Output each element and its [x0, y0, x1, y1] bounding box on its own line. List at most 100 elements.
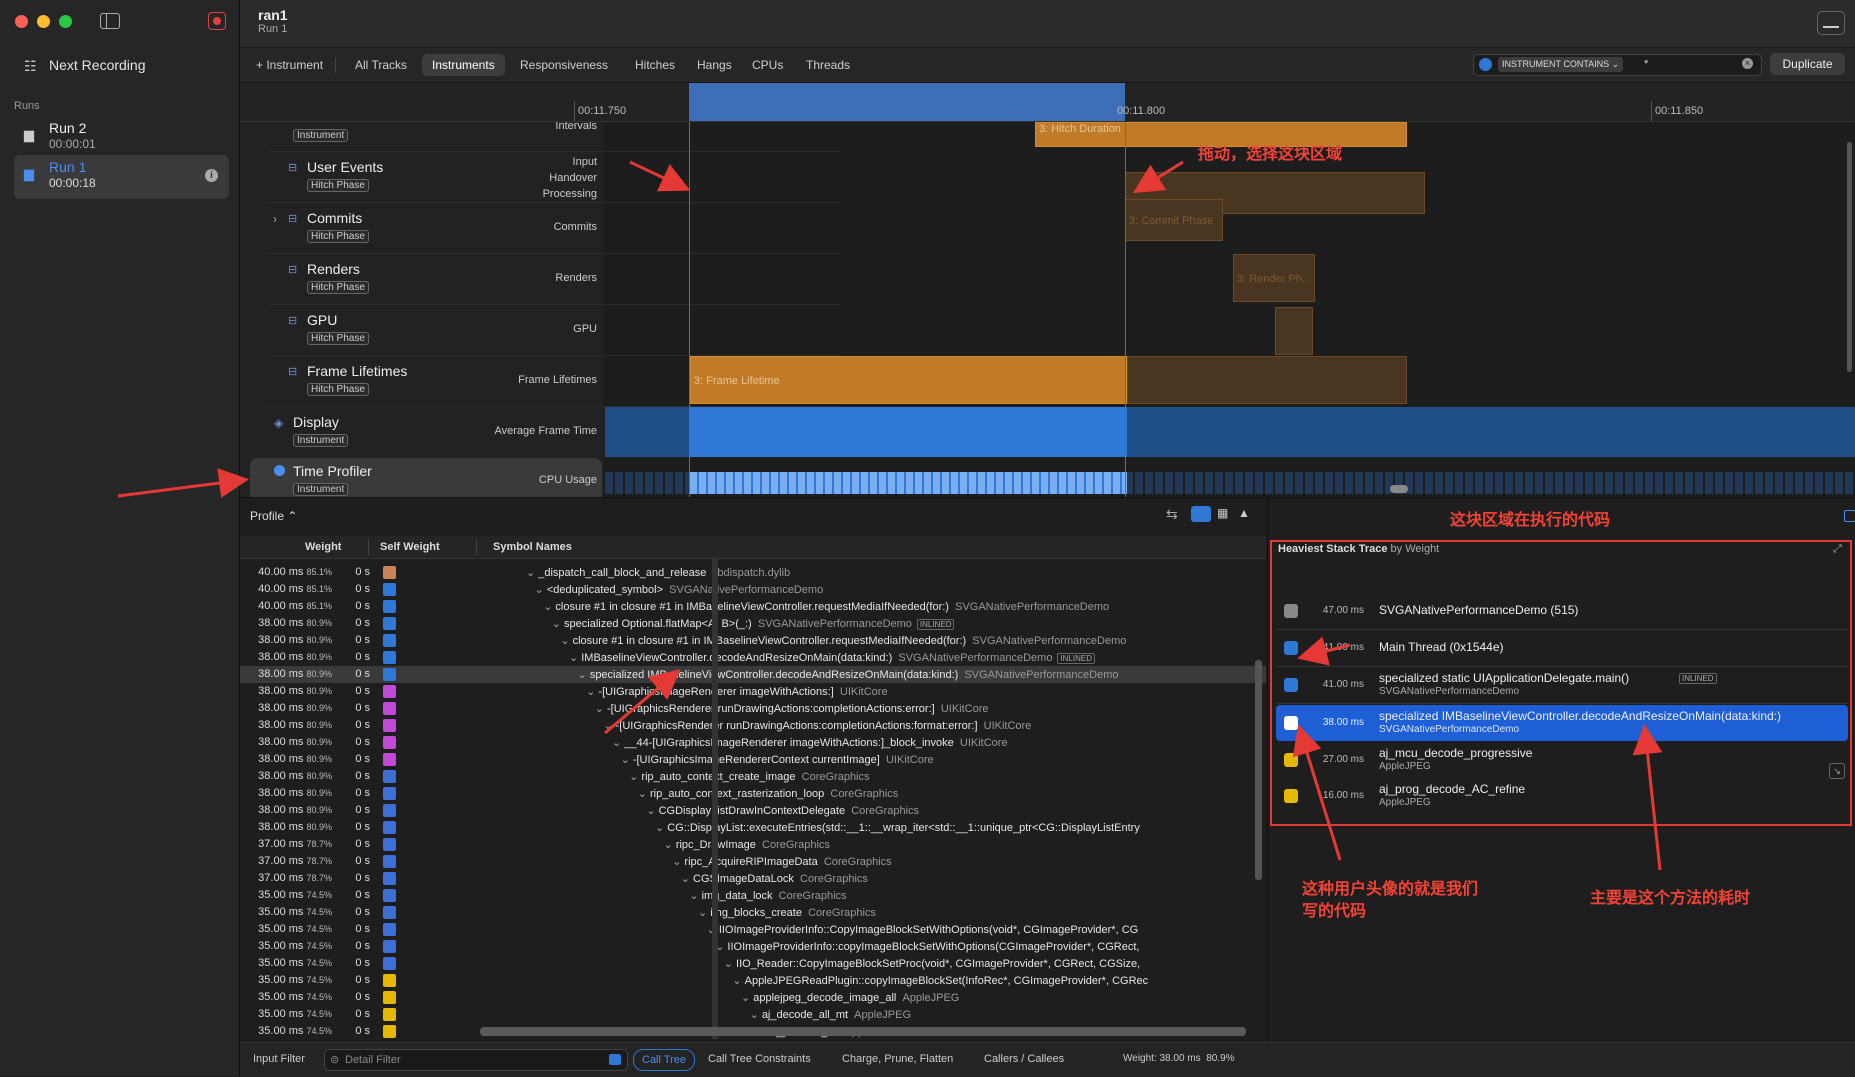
filter-options-icon[interactable]: [609, 1054, 621, 1065]
disclosure-chevron-icon[interactable]: ⌄: [646, 805, 655, 817]
track-name[interactable]: Time Profiler: [293, 463, 372, 479]
track-name[interactable]: Renders: [307, 261, 360, 277]
table-row[interactable]: 38.00 ms 80.9% 0 s ⌄ CGDisplayListDrawInCon…: [240, 802, 1266, 819]
table-row[interactable]: 35.00 ms 74.5% 0 s ⌄ applejpeg_decode_image…: [240, 989, 1266, 1006]
table-row[interactable]: 35.00 ms 74.5% 0 s ⌄ AppleJPEGReadPlugin::c…: [240, 972, 1266, 989]
table-row[interactable]: 38.00 ms 80.9% 0 s ⌄ CG::DisplayList::execu…: [240, 819, 1266, 836]
weight-column-header[interactable]: Weight: [305, 541, 341, 553]
table-row[interactable]: 38.00 ms 80.9% 0 s ⌄ IMBaselineViewControll…: [240, 649, 1266, 666]
stack-frame-row[interactable]: 47.00 ms SVGANativePerformanceDemo (515): [1276, 593, 1848, 629]
clear-filter-icon[interactable]: ×: [1742, 58, 1753, 69]
table-view-icon[interactable]: ▦: [1217, 506, 1228, 520]
table-row[interactable]: 38.00 ms 80.9% 0 s ⌄ rip_auto_context_raste…: [240, 785, 1266, 802]
disclosure-chevron-icon[interactable]: ⌄: [681, 873, 690, 885]
table-row[interactable]: 40.00 ms 85.1% 0 s ⌄ <deduplicated_symbol> …: [240, 581, 1266, 598]
disclosure-chevron-icon[interactable]: ⌄: [552, 618, 561, 630]
zoom-window-button[interactable]: [59, 15, 72, 28]
disclosure-chevron-icon[interactable]: ⌄: [543, 601, 552, 613]
table-row[interactable]: 37.00 ms 78.7%0 s⌄ripc_DrawImage CoreGra…: [240, 836, 1266, 853]
table-row[interactable]: 35.00 ms 74.5% 0 s ⌄ aj_decode_all_mt Apple…: [240, 1006, 1266, 1023]
table-row[interactable]: 38.00 ms 80.9% 0 s ⌄ closure #1 in closure …: [240, 632, 1266, 649]
inspector-toggle-icon[interactable]: [1817, 11, 1845, 35]
table-row[interactable]: 40.00 ms 85.1% 0 s ⌄ _dispatch_call_block_a…: [240, 564, 1266, 581]
call-tree-constraints-button[interactable]: Call Tree Constraints: [708, 1053, 811, 1065]
next-recording-button[interactable]: Next Recording: [49, 57, 146, 73]
track-name[interactable]: Frame Lifetimes: [307, 363, 407, 379]
table-row[interactable]: 40.00 ms 85.1% 0 s ⌄ closure #1 in closure …: [240, 598, 1266, 615]
symbol-column-header[interactable]: Symbol Names: [493, 541, 572, 553]
disclosure-chevron-icon[interactable]: ⌄: [724, 958, 733, 970]
table-row[interactable]: 35.00 ms 74.5%0 s⌄IIOImageProviderInfo::…: [240, 938, 1266, 955]
table-row[interactable]: 38.00 ms 80.9% 0 s ⌄ -[UIGraphicsImageRende…: [240, 683, 1266, 700]
close-window-button[interactable]: [15, 15, 28, 28]
detail-filter-input[interactable]: ⊜ Detail Filter: [324, 1049, 628, 1071]
render-phase-bar[interactable]: 3: Render Ph...: [1233, 254, 1315, 302]
disclosure-chevron-icon[interactable]: ⌄: [655, 822, 664, 834]
disclosure-chevron-icon[interactable]: ⌄: [586, 686, 595, 698]
minimize-window-button[interactable]: [37, 15, 50, 28]
call-tree-horizontal-scrollbar[interactable]: [480, 1027, 1246, 1036]
disclosure-chevron-icon[interactable]: ⌄: [535, 584, 544, 596]
stack-frame-row[interactable]: 41.00 ms Main Thread (0x1544e): [1276, 630, 1848, 666]
detail-toggle-icon[interactable]: [1844, 510, 1855, 522]
disclosure-chevron-icon[interactable]: ⌄: [741, 992, 750, 1004]
table-row[interactable]: 38.00 ms 80.9% 0 s ⌄ -[UIGraphicsRenderer r…: [240, 700, 1266, 717]
table-row[interactable]: 35.00 ms 74.5% 0 s ⌄ IIO_Reader::CopyImageB…: [240, 955, 1266, 972]
tab-hangs[interactable]: Hangs: [687, 54, 742, 76]
add-instrument-button[interactable]: + Instrument: [246, 54, 333, 76]
disclosure-chevron-icon[interactable]: ⌄: [732, 975, 741, 987]
duplicate-button[interactable]: Duplicate: [1770, 53, 1845, 75]
disclosure-chevron-icon[interactable]: ⌄: [689, 890, 698, 902]
table-row[interactable]: 35.00 ms 74.5% 0 s ⌄ img_blocks_create Core…: [240, 904, 1266, 921]
disclosure-chevron-icon[interactable]: ⌄: [638, 788, 647, 800]
info-icon[interactable]: i: [205, 169, 218, 182]
frame-lifetime-bar-dim[interactable]: [1127, 356, 1407, 404]
disclosure-chevron-icon[interactable]: ⌄: [560, 635, 569, 647]
swap-icon[interactable]: ⇆: [1166, 506, 1178, 523]
table-row[interactable]: 38.00 ms 80.9% 0 s ⌄ specialized Optional.f…: [240, 615, 1266, 632]
table-row[interactable]: 37.00 ms 78.7% 0 s ⌄ ripc_AcquireRIPImageDa…: [240, 853, 1266, 870]
track-name[interactable]: Display: [293, 414, 339, 430]
list-view-icon[interactable]: [1191, 506, 1211, 522]
disclosure-chevron-icon[interactable]: ⌄: [578, 669, 587, 681]
tab-hitches[interactable]: Hitches: [625, 54, 685, 76]
expand-icon[interactable]: ⤢: [1833, 543, 1842, 556]
table-row[interactable]: 38.00 ms 80.9% 0 s ⌄ __44-[UIGraphicsImageR…: [240, 734, 1266, 751]
tab-responsiveness[interactable]: Responsiveness: [510, 54, 618, 76]
track-name[interactable]: User Events: [307, 159, 383, 175]
flame-view-icon[interactable]: ▲: [1238, 506, 1250, 520]
more-icon[interactable]: ↘: [1829, 763, 1845, 779]
disclosure-chevron-icon[interactable]: ⌄: [698, 907, 707, 919]
stack-frame-row[interactable]: 41.00 ms specialized static UIApplication…: [1276, 667, 1848, 703]
track-name[interactable]: Commits: [307, 210, 362, 226]
disclosure-chevron-icon[interactable]: ⌄: [664, 839, 673, 851]
instrument-filter-field[interactable]: INSTRUMENT CONTAINS ⌄ * ×: [1473, 54, 1762, 76]
disclosure-chevron-icon[interactable]: ⌄: [750, 1009, 759, 1021]
self-weight-column-header[interactable]: Self Weight: [380, 541, 440, 553]
call-tree-button[interactable]: Call Tree: [633, 1049, 696, 1071]
stack-frame-row[interactable]: 38.00 ms specialized IMBaselineViewContro…: [1276, 705, 1848, 741]
frame-lifetime-bar[interactable]: 3: Frame Lifetime: [690, 356, 1127, 404]
profile-dropdown[interactable]: Profile ⌃: [250, 509, 297, 523]
timeline-ruler[interactable]: 00:11.750 00:11.800 00:11.850: [240, 83, 1855, 122]
call-tree-scrollbar[interactable]: [1255, 660, 1262, 880]
disclosure-chevron-icon[interactable]: ⌄: [603, 720, 612, 732]
sidebar-toggle-icon[interactable]: [100, 13, 120, 29]
commit-phase-bar[interactable]: 3: Commit Phase: [1125, 199, 1223, 241]
horizontal-scrollbar[interactable]: [1390, 485, 1408, 493]
disclosure-chevron-icon[interactable]: ⌄: [629, 771, 638, 783]
disclosure-chevron-icon[interactable]: ⌄: [569, 652, 578, 664]
table-row[interactable]: 38.00 ms 80.9% 0 s ⌄ -[UIGraphicsImageRende…: [240, 751, 1266, 768]
tab-cpus[interactable]: CPUs: [742, 54, 793, 76]
callers-callees-button[interactable]: Callers / Callees: [984, 1053, 1064, 1065]
charge-prune-flatten-button[interactable]: Charge, Prune, Flatten: [842, 1053, 953, 1065]
tab-instruments[interactable]: Instruments: [422, 54, 505, 76]
selection-end-line[interactable]: [1125, 122, 1126, 497]
stack-frame-row[interactable]: 27.00 ms aj_mcu_decode_progressive AppleJP…: [1276, 742, 1848, 778]
disclosure-chevron-icon[interactable]: ⌄: [672, 856, 681, 868]
tab-threads[interactable]: Threads: [796, 54, 860, 76]
disclosure-chevron-icon[interactable]: ⌄: [526, 567, 535, 579]
vertical-scrollbar[interactable]: [1847, 142, 1852, 372]
table-row[interactable]: 38.00 ms 80.9% 0 s ⌄ -[UIGraphicsRenderer r…: [240, 717, 1266, 734]
gpu-phase-bar[interactable]: [1275, 307, 1313, 355]
